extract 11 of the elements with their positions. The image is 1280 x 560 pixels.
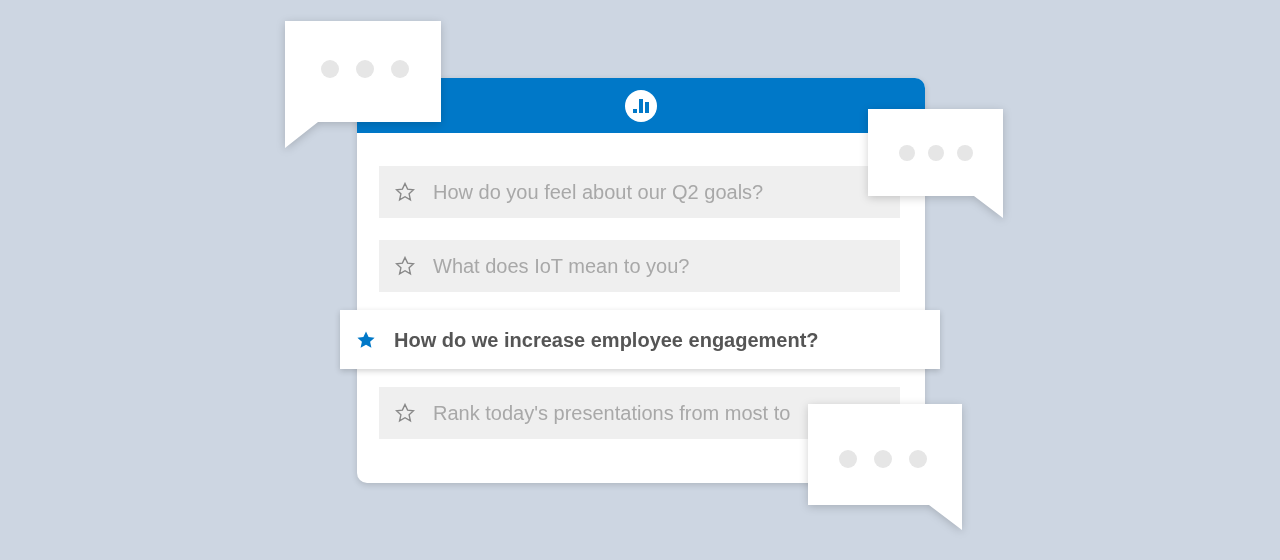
star-icon [395,403,415,423]
star-icon [395,182,415,202]
question-item[interactable]: How do we increase employee engagement? [340,310,940,369]
star-icon [395,256,415,276]
question-text: How do we increase employee engagement? [394,327,819,353]
question-item[interactable]: What does IoT mean to you? [379,240,900,292]
question-text: Rank today's presentations from most to [433,401,791,426]
chart-logo-icon [624,88,658,123]
question-item[interactable]: How do you feel about our Q2 goals? [379,166,900,218]
question-text: What does IoT mean to you? [433,254,690,279]
question-text: How do you feel about our Q2 goals? [433,180,764,205]
